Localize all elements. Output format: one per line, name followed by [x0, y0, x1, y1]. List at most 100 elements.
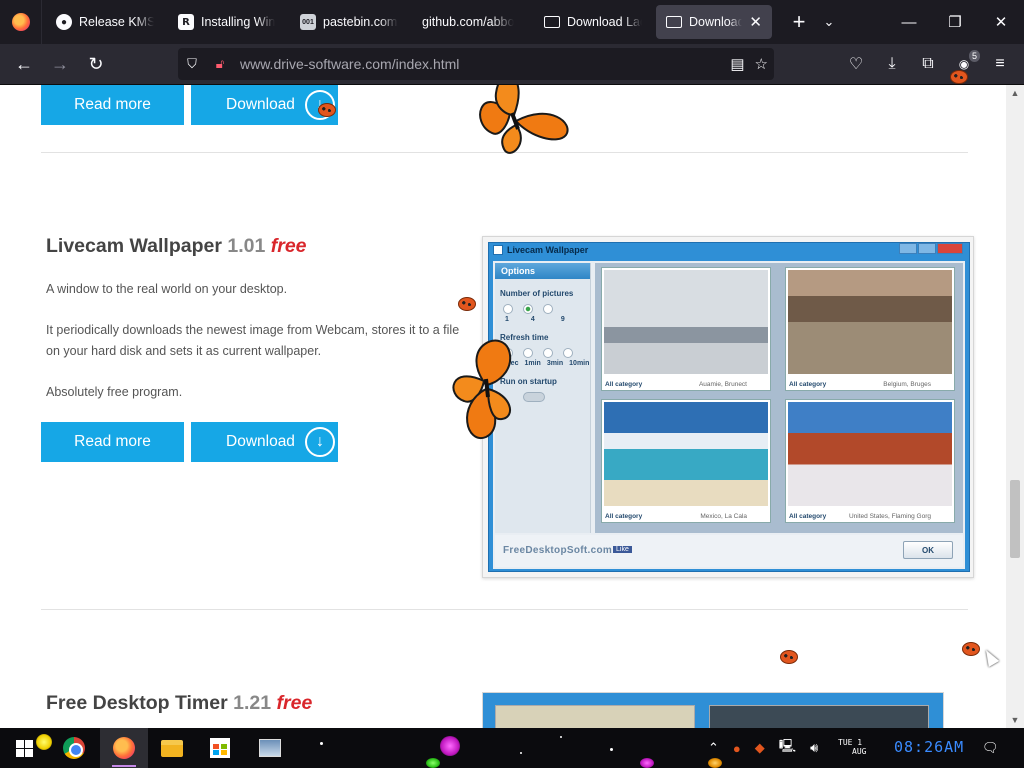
screenshot-title-text: Livecam Wallpaper: [507, 245, 589, 255]
downloads-icon[interactable]: ⤓: [876, 48, 908, 80]
store-icon: [210, 738, 230, 758]
date-line-2: AUG: [852, 747, 867, 756]
insecure-lock-icon[interactable]: 🔓︎: [206, 56, 234, 72]
minimize-button[interactable]: —: [886, 0, 932, 44]
firefox-icon: [113, 737, 135, 759]
url-host: www.drive-software.com: [240, 56, 392, 72]
tray-app-icon[interactable]: ◆: [755, 740, 765, 756]
reader-view-icon[interactable]: ▤: [730, 55, 744, 73]
download-label: Download: [226, 96, 295, 113]
restore-button[interactable]: ❐: [932, 0, 978, 44]
screenshot-window-controls: [899, 243, 963, 254]
number-radio-row: [495, 304, 590, 314]
download-page-icon: [544, 16, 560, 28]
network-icon[interactable]: 🖳︎: [779, 737, 796, 759]
list-tabs-button[interactable]: ⌄: [814, 14, 844, 30]
taskbar-file-explorer[interactable]: [148, 728, 196, 768]
product-price: free: [276, 692, 313, 714]
ladybug-decoration: [458, 297, 476, 311]
tab-release-kmsp[interactable]: ● Release KMSp: [46, 5, 164, 39]
product-version: 1.01: [227, 235, 266, 257]
hamburger-menu-icon[interactable]: ≡: [984, 48, 1016, 80]
read-more-button-prev[interactable]: Read more: [41, 85, 184, 125]
product-price: free: [270, 235, 307, 257]
scroll-down-icon[interactable]: ▼: [1010, 715, 1020, 725]
vertical-scrollbar[interactable]: ▲ ▼: [1006, 85, 1024, 728]
reload-button[interactable]: ↻: [78, 48, 114, 80]
screenshot-body: Options Number of pictures 149 Refresh t…: [493, 261, 965, 569]
options-header: Options: [495, 263, 590, 279]
folder-icon: [161, 739, 183, 757]
tab-download-active[interactable]: Download A ✕: [656, 5, 772, 39]
download-button[interactable]: Download ↓: [191, 422, 338, 462]
show-hidden-icons-chevron-icon[interactable]: ⌃: [708, 740, 719, 756]
webcam-thumbnail: All category Belgium, Bruges: [785, 267, 955, 391]
extensions-icon[interactable]: ⧉: [912, 48, 944, 80]
screenshot-ok-button: OK: [903, 541, 953, 559]
url-bar[interactable]: ⛉ 🔓︎ www.drive-software.com/index.html ▤…: [178, 48, 774, 80]
read-more-label: Read more: [74, 433, 151, 450]
date-line-1: TUE 1: [838, 738, 863, 747]
firefox-menu-icon[interactable]: [0, 0, 42, 44]
butterfly-decoration: [479, 85, 569, 154]
taskbar-app[interactable]: [246, 728, 294, 768]
product-description: It periodically downloads the newest ima…: [46, 323, 460, 358]
product-name: Free Desktop Timer: [46, 692, 228, 714]
download-label: Download: [226, 433, 295, 450]
taskbar: ⌃ ● ◆ 🖳︎ 🔊︎ TUE 1 AUG 08:26AM 🗨︎: [0, 728, 1024, 768]
product-screenshot[interactable]: Livecam Wallpaper Options Number of pict…: [482, 236, 974, 578]
product-screenshot[interactable]: [482, 692, 944, 728]
tab-pastebin[interactable]: 001 pastebin.com/: [290, 5, 408, 39]
taskbar-chrome[interactable]: [50, 728, 98, 768]
back-button[interactable]: ←: [6, 48, 42, 80]
number-of-pictures-label: Number of pictures: [500, 289, 574, 298]
tab-download-lad[interactable]: Download Lad: [534, 5, 652, 39]
ladybug-decoration: [780, 650, 798, 664]
taskbar-store[interactable]: [196, 728, 244, 768]
download-button-prev[interactable]: Download↓: [191, 85, 338, 125]
tab-installing-win[interactable]: R Installing Win: [168, 5, 286, 39]
product-title: Livecam Wallpaper 1.01 free: [46, 235, 307, 258]
new-tab-button[interactable]: +: [784, 9, 814, 35]
taskbar-firefox[interactable]: [100, 728, 148, 768]
web-page: Read more Download ↓ Livecam Wallpaper 1.…: [0, 85, 1006, 728]
system-tray: ⌃ ● ◆ 🖳︎ 🔊︎: [708, 728, 818, 768]
shield-icon[interactable]: ⛉: [178, 56, 206, 72]
tab-bar: ● Release KMSp R Installing Win 001 past…: [0, 0, 1024, 44]
number-values: 149: [505, 316, 565, 323]
divider: [41, 609, 968, 610]
github-icon: ●: [56, 14, 72, 30]
screenshot-window: Livecam Wallpaper Options Number of pict…: [488, 242, 970, 572]
screenshot-footer: FreeDesktopSoft.com Like OK: [495, 535, 963, 567]
ladybug-decoration: [318, 103, 336, 117]
webcam-thumbnail: All category United States, Flaming Gorg: [785, 399, 955, 523]
pocket-icon[interactable]: ♡: [840, 48, 872, 80]
bookmark-star-icon[interactable]: ☆: [755, 55, 768, 73]
webcam-thumbnail: All category Mexico, La Cala: [601, 399, 771, 523]
volume-icon[interactable]: 🔊︎: [810, 740, 818, 756]
tab-github-abbo[interactable]: github.com/abbo: [412, 5, 530, 39]
forward-button[interactable]: →: [42, 48, 78, 80]
url-text[interactable]: www.drive-software.com/index.html: [240, 56, 459, 72]
butterfly-decoration: [452, 339, 512, 440]
brand-logo: FreeDesktopSoft.com: [503, 545, 613, 556]
date-display[interactable]: TUE 1 AUG: [838, 738, 866, 756]
tab-label: pastebin.com/: [323, 15, 398, 29]
close-window-button[interactable]: ✕: [978, 0, 1024, 44]
windows-icon: [15, 739, 33, 757]
read-more-button[interactable]: Read more: [41, 422, 184, 462]
navigation-toolbar: ← → ↻ ⛉ 🔓︎ www.drive-software.com/index.…: [0, 44, 1024, 85]
scroll-up-icon[interactable]: ▲: [1010, 88, 1020, 98]
close-tab-icon[interactable]: ✕: [749, 13, 762, 31]
tab-label: Download A: [689, 15, 743, 29]
scrollbar-thumb[interactable]: [1010, 480, 1020, 558]
notifications-icon[interactable]: 🗨︎: [982, 728, 999, 768]
ladybug-tray-icon[interactable]: ●: [733, 741, 741, 756]
product-name: Livecam Wallpaper: [46, 235, 222, 257]
extensions-count-badge: 5: [968, 50, 980, 62]
product-title: Free Desktop Timer 1.21 free: [46, 692, 312, 715]
tab-label: Installing Win: [201, 15, 276, 29]
product-description: A window to the real world on your deskt…: [46, 282, 288, 296]
clock[interactable]: 08:26AM: [894, 738, 964, 756]
tab-label: Release KMSp: [79, 15, 154, 29]
